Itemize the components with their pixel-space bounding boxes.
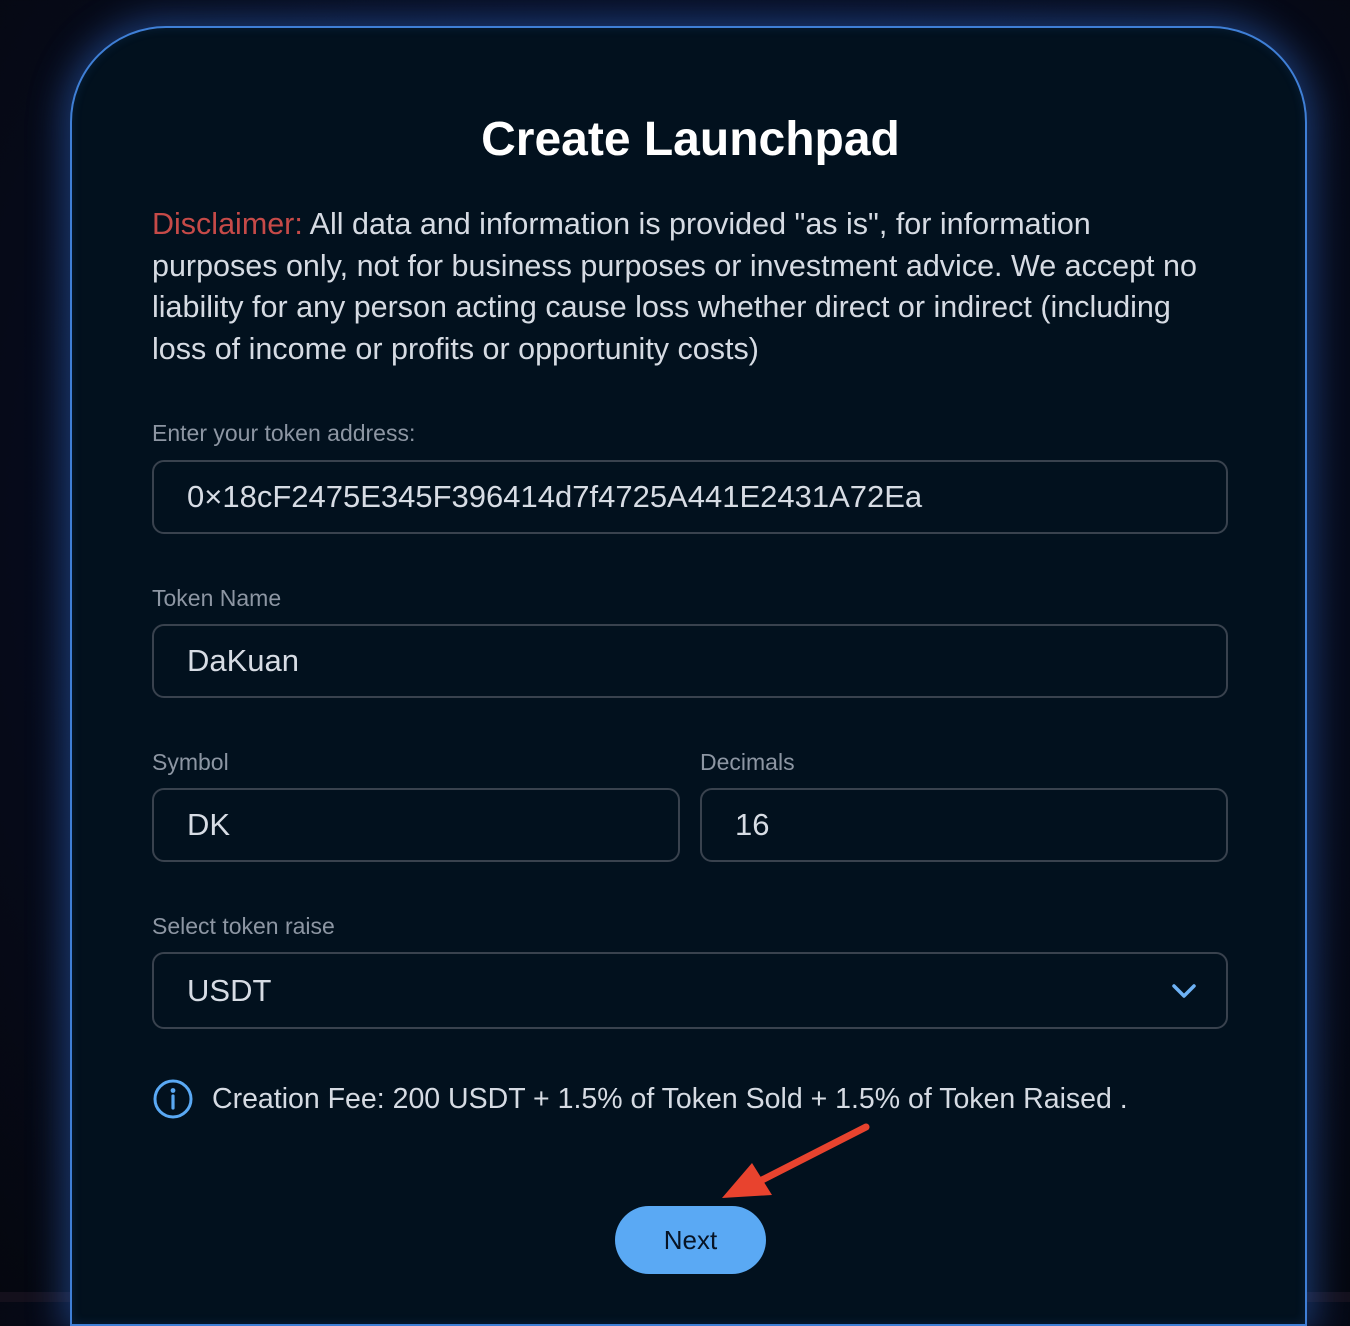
token-raise-label: Select token raise	[152, 913, 335, 939]
token-raise-select[interactable]: USDT	[152, 952, 1228, 1029]
token-name-value: DaKuan	[187, 643, 300, 678]
decimals-label: Decimals	[700, 749, 795, 775]
chevron-down-icon[interactable]	[1170, 982, 1198, 1000]
token-name-input[interactable]: DaKuan	[152, 624, 1228, 698]
token-raise-selected: USDT	[187, 972, 272, 1008]
symbol-input[interactable]: DK	[152, 788, 680, 862]
info-icon	[152, 1078, 194, 1120]
create-launchpad-card: Create Launchpad Disclaimer: All data an…	[70, 26, 1307, 1326]
token-name-label: Token Name	[152, 585, 282, 611]
disclaimer-body: All data and information is provided "as…	[152, 207, 1197, 366]
token-address-input[interactable]: 0×18cF2475E345F396414d7f4725A441E2431A72…	[152, 460, 1228, 534]
next-button[interactable]: Next	[615, 1206, 766, 1274]
decimals-value: 16	[735, 807, 770, 842]
decimals-input[interactable]: 16	[700, 788, 1228, 862]
creation-fee-text: Creation Fee: 200 USDT + 1.5% of Token S…	[212, 1083, 1128, 1115]
token-address-label: Enter your token address:	[152, 420, 416, 446]
creation-fee-notice: Creation Fee: 200 USDT + 1.5% of Token S…	[152, 1078, 1128, 1120]
symbol-value: DK	[187, 807, 231, 842]
disclaimer-label: Disclaimer:	[152, 207, 303, 241]
page-title: Create Launchpad	[481, 113, 900, 166]
symbol-label: Symbol	[152, 749, 229, 775]
token-address-value: 0×18cF2475E345F396414d7f4725A441E2431A72…	[187, 479, 923, 514]
disclaimer-text: Disclaimer: All data and information is …	[152, 204, 1212, 370]
